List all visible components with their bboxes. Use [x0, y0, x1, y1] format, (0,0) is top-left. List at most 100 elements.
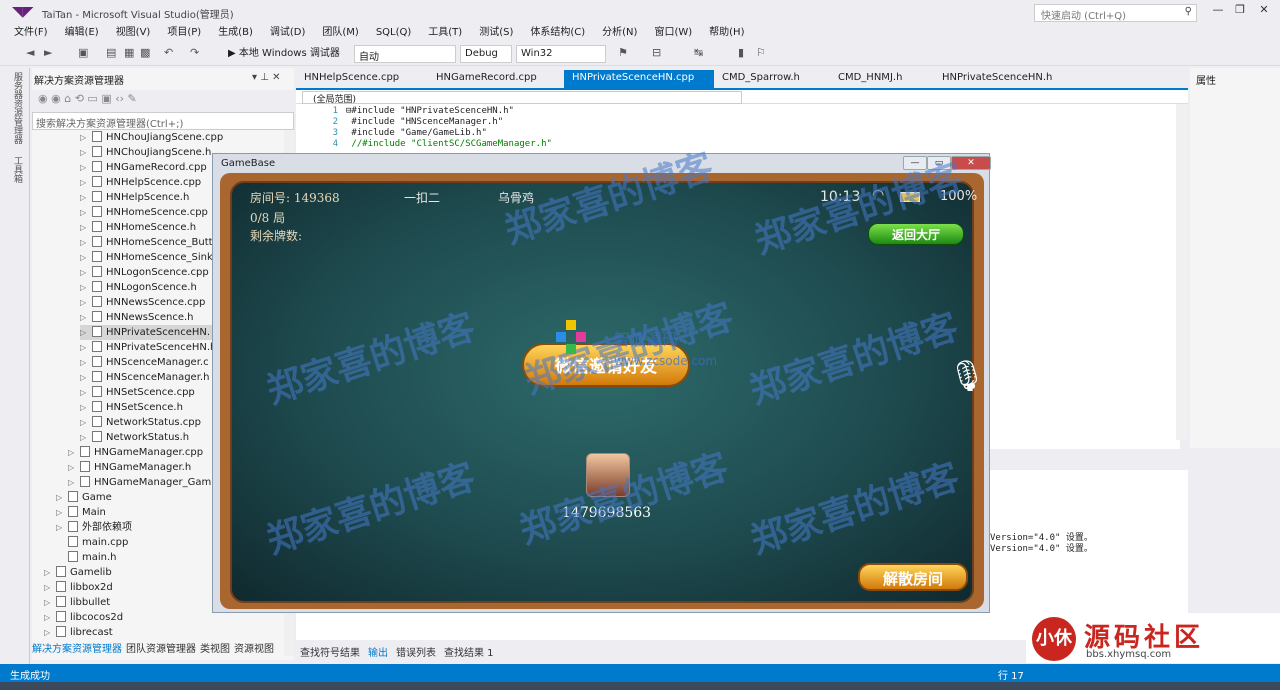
home-icon[interactable]: ⌂ — [64, 92, 71, 105]
dissolve-room-button[interactable]: 解散房间 — [858, 563, 968, 591]
chevron-right-icon[interactable]: ▷ — [80, 310, 92, 325]
tree-item[interactable]: ▷ HNChouJiangScene.cpp — [80, 130, 282, 145]
new-project-icon[interactable]: ▣ — [78, 46, 88, 59]
menu-item[interactable]: 生成(B) — [218, 24, 253, 42]
menu-item[interactable]: 测试(S) — [479, 24, 513, 42]
chevron-right-icon[interactable]: ▷ — [44, 565, 56, 580]
chevron-right-icon[interactable]: ▷ — [80, 235, 92, 250]
menu-item[interactable]: 项目(P) — [167, 24, 201, 42]
save-icon[interactable]: ▦ — [124, 46, 134, 59]
platform-select[interactable]: Win32 — [516, 45, 606, 63]
tab-team-explorer[interactable]: 团队资源管理器 — [126, 643, 196, 657]
chevron-right-icon[interactable]: ▷ — [80, 295, 92, 310]
chevron-right-icon[interactable]: ▷ — [44, 610, 56, 625]
scope-select[interactable]: (全局范围) — [302, 91, 742, 105]
chevron-right-icon[interactable]: ▷ — [80, 265, 92, 280]
chevron-right-icon[interactable]: ▷ — [80, 340, 92, 355]
menu-item[interactable]: 分析(N) — [602, 24, 637, 42]
editor-tab[interactable]: HNPrivateScenceHN.cpp — [564, 70, 714, 88]
attach-icon[interactable]: ⚑ — [618, 46, 628, 59]
code-line[interactable]: //#include "ClientSC/SCGameManager.h" — [346, 139, 552, 149]
panel-pin-icon[interactable]: ▾ ⊥ ✕ — [252, 72, 280, 83]
close-button[interactable]: ✕ — [1254, 3, 1274, 19]
bookmark-icon[interactable]: ⊟ — [652, 46, 661, 59]
view-code-icon[interactable]: ‹› — [115, 92, 124, 105]
chevron-right-icon[interactable]: ▷ — [80, 160, 92, 175]
flag-icon[interactable]: ▮ — [738, 46, 744, 59]
build-config-select[interactable]: Debug — [460, 45, 512, 63]
chevron-right-icon[interactable]: ▷ — [80, 145, 92, 160]
code-line[interactable]: ⊟#include "HNPrivateScenceHN.h" — [346, 106, 514, 116]
tab-find-results[interactable]: 查找结果 1 — [444, 644, 494, 659]
start-debug-button[interactable]: ▶ 本地 Windows 调试器 — [228, 45, 340, 63]
chevron-right-icon[interactable]: ▷ — [80, 415, 92, 430]
chevron-right-icon[interactable]: ▷ — [80, 130, 92, 145]
menu-item[interactable]: SQL(Q) — [376, 24, 411, 42]
chevron-right-icon[interactable]: ▷ — [80, 400, 92, 415]
menu-item[interactable]: 窗口(W) — [654, 24, 692, 42]
menu-item[interactable]: 视图(V) — [116, 24, 151, 42]
open-icon[interactable]: ▤ — [106, 46, 116, 59]
game-close-button[interactable]: ✕ — [951, 156, 991, 170]
maximize-button[interactable]: ❐ — [1230, 3, 1250, 19]
tab-class-view[interactable]: 类视图 — [200, 643, 230, 657]
sync-icon[interactable]: ⟲ — [75, 92, 84, 105]
chevron-right-icon[interactable]: ▷ — [56, 505, 68, 520]
tab-resource-view[interactable]: 资源视图 — [234, 643, 274, 657]
chevron-right-icon[interactable]: ▷ — [44, 580, 56, 595]
chevron-right-icon[interactable]: ▷ — [80, 250, 92, 265]
chevron-right-icon[interactable]: ▷ — [44, 595, 56, 610]
tab-output[interactable]: 输出 — [368, 644, 388, 659]
back-icon[interactable]: ◄ — [26, 46, 34, 59]
menu-item[interactable]: 文件(F) — [14, 24, 48, 42]
code-line[interactable]: #include "Game/GameLib.h" — [346, 128, 486, 138]
editor-tab[interactable]: HNHelpScence.cpp — [296, 70, 428, 88]
forward-icon[interactable]: ◉ — [51, 92, 61, 105]
player-avatar[interactable] — [586, 453, 630, 497]
chevron-right-icon[interactable]: ▷ — [80, 205, 92, 220]
menu-item[interactable]: 调试(D) — [270, 24, 306, 42]
nav-bookmark-icon[interactable]: ⚐ — [756, 46, 766, 59]
menu-item[interactable]: 编辑(E) — [65, 24, 99, 42]
collapse-icon[interactable]: ▭ — [87, 92, 97, 105]
chevron-right-icon[interactable]: ▷ — [80, 220, 92, 235]
tab-solution-explorer[interactable]: 解决方案资源管理器 — [32, 643, 122, 657]
editor-tab[interactable]: HNGameRecord.cpp — [428, 70, 564, 88]
code-line[interactable]: #include "HNScenceManager.h" — [346, 117, 503, 127]
game-maximize-button[interactable]: ▭ — [927, 156, 951, 170]
properties-icon[interactable]: ✎ — [128, 92, 137, 105]
tree-item[interactable]: ▷ librecast — [44, 625, 282, 640]
editor-tab[interactable]: HNPrivateScenceHN.h — [934, 70, 1084, 88]
editor-tab[interactable]: CMD_HNMJ.h — [830, 70, 934, 88]
show-all-icon[interactable]: ▣ — [101, 92, 111, 105]
chevron-right-icon[interactable]: ▷ — [80, 280, 92, 295]
chevron-right-icon[interactable]: ▷ — [44, 625, 56, 640]
server-explorer-tab[interactable]: 服务器资源管理器 — [12, 72, 24, 144]
redo-icon[interactable]: ↷ — [190, 46, 199, 59]
forward-icon[interactable]: ► — [44, 46, 52, 59]
chevron-right-icon[interactable]: ▷ — [80, 370, 92, 385]
save-all-icon[interactable]: ▩ — [140, 46, 150, 59]
chevron-right-icon[interactable]: ▷ — [68, 460, 80, 475]
minimize-button[interactable]: — — [1208, 3, 1228, 19]
tab-error-list[interactable]: 错误列表 — [396, 644, 436, 659]
menu-item[interactable]: 团队(M) — [322, 24, 358, 42]
chevron-right-icon[interactable]: ▷ — [80, 355, 92, 370]
chevron-right-icon[interactable]: ▷ — [68, 445, 80, 460]
editor-scrollbar[interactable] — [1176, 104, 1188, 440]
menu-item[interactable]: 体系结构(C) — [530, 24, 585, 42]
solution-search-input[interactable]: 搜索解决方案资源管理器(Ctrl+;) — [32, 112, 294, 130]
return-lobby-button[interactable]: 返回大厅 — [868, 223, 964, 245]
solution-config-select[interactable]: 自动 — [354, 45, 456, 63]
chevron-right-icon[interactable]: ▷ — [80, 190, 92, 205]
chevron-right-icon[interactable]: ▷ — [80, 175, 92, 190]
game-minimize-button[interactable]: — — [903, 156, 927, 170]
menu-item[interactable]: 帮助(H) — [709, 24, 744, 42]
chevron-right-icon[interactable]: ▷ — [80, 325, 92, 340]
chevron-right-icon[interactable]: ▷ — [80, 385, 92, 400]
editor-tab[interactable]: CMD_Sparrow.h — [714, 70, 830, 88]
toolbox-tab[interactable]: 工具箱 — [12, 156, 24, 183]
undo-icon[interactable]: ↶ — [164, 46, 173, 59]
comment-icon[interactable]: ↹ — [694, 46, 703, 59]
chevron-right-icon[interactable]: ▷ — [56, 520, 68, 535]
